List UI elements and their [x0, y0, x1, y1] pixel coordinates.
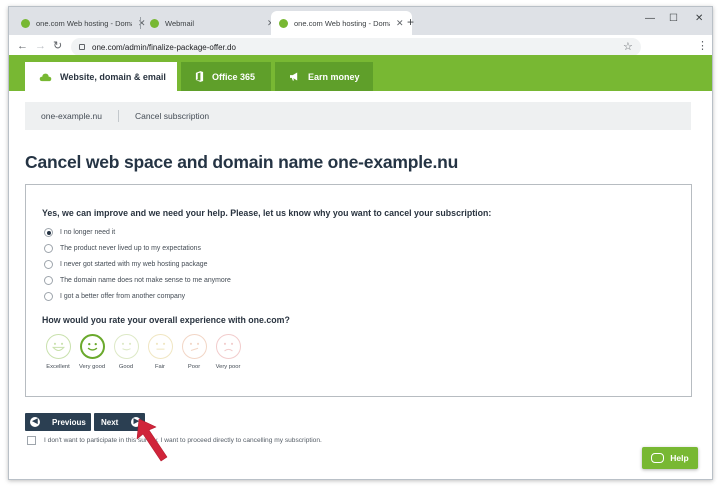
very-happy-face-icon: [45, 334, 71, 359]
next-button-label: Next: [101, 417, 119, 427]
reason-option[interactable]: I got a better offer from another compan…: [44, 292, 185, 301]
radio-button[interactable]: [44, 228, 53, 237]
nav-tab-label: Website, domain & email: [60, 71, 166, 82]
reason-option[interactable]: I never got started with my web hosting …: [44, 260, 207, 269]
browser-tab-title: Webmail: [165, 18, 195, 28]
reload-icon[interactable]: ↻: [53, 40, 62, 52]
main-nav: Website, domain & email Office 365 Earn …: [9, 55, 712, 91]
breadcrumb: one-example.nu Cancel subscription: [25, 102, 691, 130]
browser-tab-1[interactable]: one.com Web hosting - Domain ✕: [13, 11, 154, 35]
cancel-reason-question: Yes, we can improve and we need your hel…: [42, 208, 492, 218]
rating-label: Very poor: [215, 364, 241, 370]
page-title: Cancel web space and domain name one-exa…: [25, 152, 459, 172]
experience-rating-question: How would you rate your overall experien…: [42, 315, 290, 325]
browser-tab-title: one.com Web hosting - Domain: [36, 18, 132, 28]
nav-tab-label: Earn money: [308, 71, 360, 82]
radio-button[interactable]: [44, 276, 53, 285]
smile-face-icon: [113, 334, 139, 359]
rating-label: Fair: [155, 364, 165, 370]
optout-label: I don't want to participate in this surv…: [44, 437, 322, 444]
forward-icon[interactable]: →: [35, 40, 46, 52]
favicon-icon: [21, 18, 30, 28]
help-button-label: Help: [670, 453, 689, 463]
arrow-left-icon: ◀: [30, 417, 40, 427]
previous-button[interactable]: ◀ Previous: [25, 413, 91, 431]
rating-label: Poor: [187, 364, 201, 370]
optout-checkbox[interactable]: [27, 436, 36, 445]
reason-option[interactable]: The product never lived up to my expecta…: [44, 244, 201, 253]
reason-label: I no longer need it: [60, 229, 116, 236]
close-window-button[interactable]: ✕: [695, 13, 703, 24]
happy-face-icon: [79, 334, 105, 359]
address-bar[interactable]: one.com/admin/finalize-package-offer.do: [71, 38, 641, 56]
favicon-icon: [279, 18, 288, 28]
url-text: one.com/admin/finalize-package-offer.do: [92, 42, 236, 52]
lock-icon: [79, 44, 85, 50]
tab-strip: one.com Web hosting - Domain ✕ Webmail ✕…: [9, 7, 712, 35]
radio-button[interactable]: [44, 260, 53, 269]
browser-tab-title: one.com Web hosting - Domain: [294, 18, 390, 28]
reason-option[interactable]: The domain name does not make sense to m…: [44, 276, 231, 285]
annotation-arrow-icon: [136, 418, 168, 462]
radio-button[interactable]: [44, 244, 53, 253]
browser-window: one.com Web hosting - Domain ✕ Webmail ✕…: [8, 6, 713, 480]
nav-tab-website[interactable]: Website, domain & email: [25, 62, 177, 91]
breadcrumb-divider: [117, 110, 119, 122]
bookmark-star-icon[interactable]: ☆: [623, 40, 633, 53]
reason-label: The product never lived up to my expecta…: [60, 245, 201, 252]
favicon-icon: [150, 18, 159, 28]
close-tab-icon[interactable]: ✕: [396, 18, 404, 29]
reason-label: I never got started with my web hosting …: [60, 261, 208, 268]
reason-label: I got a better offer from another compan…: [60, 293, 186, 300]
help-button[interactable]: Help: [642, 447, 698, 469]
megaphone-icon: [290, 72, 298, 81]
browser-menu-icon[interactable]: ⋮: [697, 40, 708, 52]
cloud-icon: [39, 73, 52, 81]
tab-divider: [140, 17, 141, 29]
rating-label: Good: [118, 364, 134, 370]
new-tab-button[interactable]: +: [407, 16, 414, 28]
office-icon: [195, 71, 204, 82]
nav-tab-office365[interactable]: Office 365: [181, 62, 271, 91]
sad-face-icon: [215, 334, 241, 359]
browser-tab-2[interactable]: Webmail ✕: [142, 11, 283, 35]
breadcrumb-item-domain[interactable]: one-example.nu: [41, 111, 102, 121]
back-icon[interactable]: ←: [17, 40, 28, 52]
rating-label: Very good: [78, 364, 106, 370]
breadcrumb-item-cancel: Cancel subscription: [134, 111, 210, 121]
previous-button-label: Previous: [52, 417, 86, 427]
reason-label: The domain name does not make sense to m…: [60, 277, 231, 284]
chat-bubble-icon: [651, 453, 665, 463]
nav-tab-label: Office 365: [212, 71, 256, 82]
unhappy-face-icon: [181, 334, 207, 359]
radio-button[interactable]: [44, 292, 53, 301]
nav-tab-earn-money[interactable]: Earn money: [275, 62, 373, 91]
radio-selected-dot: [46, 230, 51, 235]
reason-option[interactable]: I no longer need it: [44, 228, 115, 237]
neutral-face-icon: [147, 334, 173, 359]
minimize-button[interactable]: —: [645, 13, 655, 24]
survey-panel: Yes, we can improve and we need your hel…: [25, 184, 692, 397]
rating-very-poor[interactable]: Very poor: [208, 334, 248, 370]
browser-tab-3[interactable]: one.com Web hosting - Domain ✕: [271, 11, 412, 35]
rating-label: Excellent: [46, 364, 70, 370]
maximize-button[interactable]: ☐: [669, 13, 678, 24]
